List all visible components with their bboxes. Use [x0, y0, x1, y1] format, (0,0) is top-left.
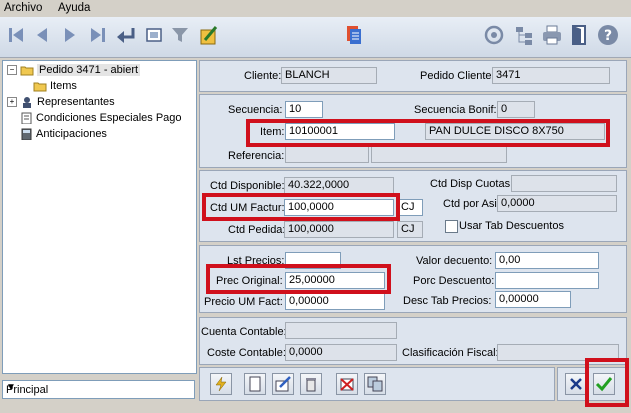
coste-contable-label: Coste Contable: — [207, 347, 286, 359]
trash-button[interactable] — [300, 373, 322, 395]
tree-item-pedido[interactable]: − Pedido 3471 - abiert — [7, 64, 141, 76]
ctd-pedida-field: 100,0000 — [284, 221, 394, 238]
navigation-tree: − Pedido 3471 - abiert Items + Represent… — [2, 60, 197, 374]
secuencia-bonif-label: Secuencia Bonif: — [414, 104, 497, 116]
filter-icon[interactable] — [168, 23, 192, 47]
hierarchy-icon[interactable] — [512, 23, 536, 47]
edit-document-icon[interactable] — [196, 23, 220, 47]
action-bar — [199, 367, 555, 401]
secuencia-bonif-field: 0 — [497, 101, 535, 118]
new-document-icon — [249, 376, 261, 392]
referencia-extra-field — [371, 146, 507, 163]
usar-tab-descuentos-checkbox[interactable] — [445, 220, 458, 233]
first-record-icon[interactable] — [4, 23, 28, 47]
svg-text:?: ? — [604, 28, 612, 44]
porc-descuento-input[interactable] — [495, 272, 599, 289]
expand-icon[interactable]: + — [7, 97, 17, 107]
tree-item-condiciones[interactable]: Condiciones Especiales Pago — [19, 112, 182, 124]
chevron-down-icon[interactable]: ▼ — [6, 382, 191, 393]
copy-icon — [367, 376, 383, 392]
cliente-label: Cliente: — [244, 70, 282, 82]
referencia-label: Referencia: — [228, 150, 285, 162]
folder-icon — [20, 66, 34, 76]
lightning-button[interactable] — [210, 373, 232, 395]
next-record-icon[interactable] — [58, 23, 82, 47]
cliente-field: BLANCH — [281, 67, 377, 84]
help-icon[interactable]: ? — [596, 23, 620, 47]
calculator-icon — [21, 128, 32, 140]
close-icon — [570, 378, 582, 390]
return-icon[interactable] — [114, 23, 138, 47]
precio-um-fact-label: Precio UM Fact: — [204, 296, 283, 308]
desc-tab-precios-label: Desc Tab Precios: — [403, 295, 492, 307]
edit-icon — [275, 376, 291, 392]
ctd-por-asign-field: 0,0000 — [497, 195, 617, 212]
pedido-cliente-field: 3471 — [492, 67, 610, 84]
ctd-pedida-unit: CJ — [397, 221, 423, 238]
ctd-disponible-label: Ctd Disponible: — [210, 180, 285, 192]
menu-bar: Archivo Ayuda — [0, 0, 631, 17]
accounting-panel: Cuenta Contable: Coste Contable: 0,0000 … — [199, 317, 627, 365]
ctd-pedida-label: Ctd Pedida: — [228, 224, 286, 236]
tree-item-representantes[interactable]: + Representantes — [7, 96, 115, 108]
tree-item-label: Items — [50, 80, 77, 92]
desc-tab-precios-input[interactable]: 0,00000 — [495, 291, 571, 308]
secuencia-label: Secuencia: — [228, 104, 283, 116]
preview-icon[interactable] — [142, 23, 166, 47]
collapse-icon[interactable]: − — [7, 65, 17, 75]
ctd-disp-cuotas-field — [511, 175, 617, 192]
tree-item-label: Representantes — [37, 96, 115, 108]
accept-highlight-box — [585, 358, 629, 407]
tree-item-label: Pedido 3471 - abiert — [37, 64, 141, 76]
ctd-um-factur-unit[interactable]: CJ — [397, 199, 423, 216]
valor-descuento-input[interactable]: 0,00 — [495, 252, 599, 269]
usar-tab-descuentos-label: Usar Tab Descuentos — [459, 220, 564, 232]
exit-door-icon[interactable] — [568, 23, 592, 47]
previous-record-icon[interactable] — [30, 23, 54, 47]
coste-contable-field: 0,0000 — [285, 344, 397, 361]
people-icon — [23, 97, 31, 108]
cuenta-contable-field — [285, 322, 397, 339]
prec-original-highlight-box — [206, 264, 391, 294]
tree-item-label: Anticipaciones — [36, 128, 107, 140]
tree-item-items[interactable]: Items — [33, 80, 77, 92]
new-document-button[interactable] — [244, 373, 266, 395]
cancel-button[interactable] — [565, 373, 587, 395]
tree-item-label: Condiciones Especiales Pago — [36, 112, 182, 124]
documents-icon[interactable] — [342, 23, 366, 47]
ctd-disponible-field: 40.322,0000 — [284, 177, 394, 194]
view-select[interactable]: Principal ▼ — [2, 380, 195, 399]
document-icon — [21, 112, 32, 124]
search-icon[interactable] — [482, 23, 506, 47]
secuencia-input[interactable]: 10 — [285, 101, 323, 118]
print-icon[interactable] — [540, 23, 564, 47]
folder-icon — [33, 82, 47, 92]
item-highlight-box — [246, 119, 610, 147]
ctd-disp-cuotas-label: Ctd Disp Cuotas: — [430, 178, 514, 190]
clasificacion-fiscal-label: Clasificación Fiscal: — [402, 347, 499, 359]
delete-record-button[interactable] — [336, 373, 358, 395]
pedido-cliente-label: Pedido Cliente: — [420, 70, 495, 82]
menu-ayuda[interactable]: Ayuda — [58, 2, 90, 14]
referencia-field — [285, 146, 369, 163]
tree-item-anticipaciones[interactable]: Anticipaciones — [19, 128, 107, 140]
valor-descuento-label: Valor decuento: — [416, 255, 493, 267]
copy-button[interactable] — [364, 373, 386, 395]
trash-icon — [306, 378, 316, 392]
last-record-icon[interactable] — [86, 23, 110, 47]
header-panel: Cliente: BLANCH Pedido Cliente: 3471 — [199, 60, 627, 92]
menu-archivo[interactable]: Archivo — [4, 2, 42, 14]
precio-um-fact-input[interactable]: 0,00000 — [285, 293, 385, 310]
delete-record-icon — [340, 378, 354, 391]
lightning-icon — [215, 376, 227, 392]
edit-button[interactable] — [272, 373, 294, 395]
ctd-um-factur-highlight-box — [202, 193, 400, 221]
porc-descuento-label: Porc Descuento: — [413, 275, 495, 287]
cuenta-contable-label: Cuenta Contable: — [201, 326, 287, 338]
toolbar: ? — [0, 17, 631, 58]
